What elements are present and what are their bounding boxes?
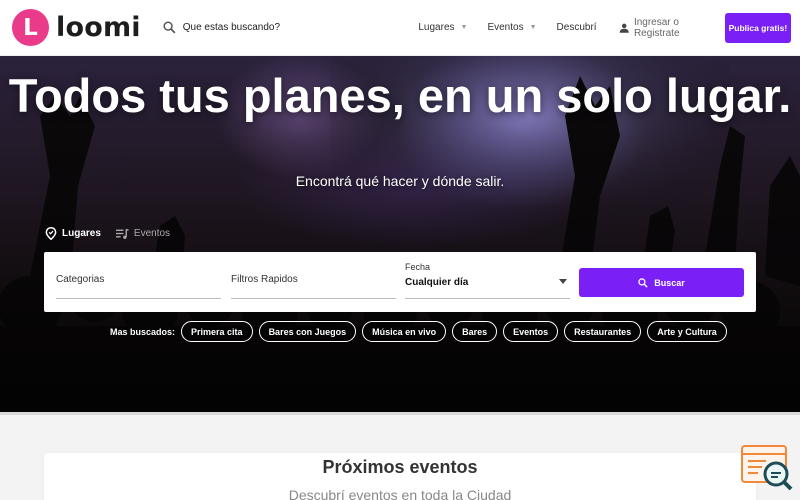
chip-bares-con-juegos[interactable]: Bares con Juegos (258, 321, 357, 342)
map-pin-icon (45, 227, 57, 240)
main-nav: Lugares ▼ Eventos ▼ Descubrí Ingresar o … (398, 12, 791, 43)
quick-filters-underline (231, 298, 396, 299)
categories-underline (56, 298, 221, 299)
search-button-label: Buscar (654, 277, 685, 288)
user-icon (619, 23, 629, 33)
search-button[interactable]: Buscar (579, 268, 744, 297)
brand-logo[interactable]: L loomi (12, 9, 141, 46)
nav-eventos[interactable]: Eventos ▼ (487, 22, 536, 33)
date-value: Cualquier día (405, 277, 469, 288)
login-label: Ingresar o Registrate (633, 16, 680, 39)
popular-searches: Mas buscados: Primera cita Bares con Jue… (110, 321, 733, 342)
date-label: Fecha (405, 262, 431, 272)
chip-primera-cita[interactable]: Primera cita (181, 321, 253, 342)
chat-widget-icon[interactable] (740, 444, 794, 492)
upcoming-events-title: Próximos eventos (322, 457, 478, 477)
categories-label: Categorias (56, 274, 105, 285)
search-tabs: Lugares Eventos (45, 227, 185, 240)
quick-filters-label: Filtros Rapidos (231, 274, 298, 285)
tab-lugares[interactable]: Lugares (45, 227, 101, 240)
search-icon (163, 21, 176, 34)
search-input[interactable] (182, 22, 383, 33)
popular-label: Mas buscados: (110, 326, 176, 337)
chip-musica-en-vivo[interactable]: Música en vivo (362, 321, 447, 342)
tab-eventos[interactable]: Eventos (115, 228, 171, 240)
date-underline (405, 298, 570, 299)
music-list-icon (115, 228, 129, 239)
chevron-down-icon: ▼ (529, 24, 537, 31)
hero-title: Todos tus planes, en un solo lugar. (8, 69, 792, 122)
hero-section: Todos tus planes, en un solo lugar. Enco… (0, 56, 800, 412)
logo-mark: L (12, 9, 49, 46)
login-link[interactable]: Ingresar o Registrate (619, 17, 715, 39)
publish-button[interactable]: Publica gratis! (724, 12, 791, 43)
categories-select[interactable]: Categorias (56, 252, 221, 312)
nav-eventos-label: Eventos (487, 22, 524, 33)
tab-eventos-label: Eventos (133, 228, 171, 239)
logo-text: loomi (56, 12, 141, 43)
chip-restaurantes[interactable]: Restaurantes (564, 321, 642, 342)
chip-eventos[interactable]: Eventos (503, 321, 559, 342)
chevron-down-icon: ▼ (460, 24, 468, 31)
section-divider (0, 412, 800, 415)
search-icon (638, 277, 648, 288)
date-select[interactable]: Fecha Cualquier día (405, 252, 570, 312)
search-filter-card: Categorias Filtros Rapidos Fecha Cualqui… (44, 252, 756, 312)
upcoming-events-subtitle: Descubrí eventos en toda la Ciudad (288, 487, 512, 500)
nav-descubri-label: Descubrí (556, 22, 597, 33)
header-search (163, 13, 399, 43)
quick-filters-select[interactable]: Filtros Rapidos (231, 252, 396, 312)
nav-lugares-label: Lugares (418, 22, 455, 33)
nav-lugares[interactable]: Lugares ▼ (418, 22, 467, 33)
top-navbar: L loomi Lugares ▼ Eventos ▼ Descubrí Ing… (0, 0, 800, 56)
chip-arte-y-cultura[interactable]: Arte y Cultura (647, 321, 727, 342)
tab-lugares-label: Lugares (62, 228, 101, 239)
chip-bares[interactable]: Bares (452, 321, 498, 342)
hero-subtitle: Encontrá qué hacer y dónde salir. (295, 173, 505, 189)
caret-down-icon (559, 279, 567, 284)
nav-descubri[interactable]: Descubrí (557, 22, 597, 33)
